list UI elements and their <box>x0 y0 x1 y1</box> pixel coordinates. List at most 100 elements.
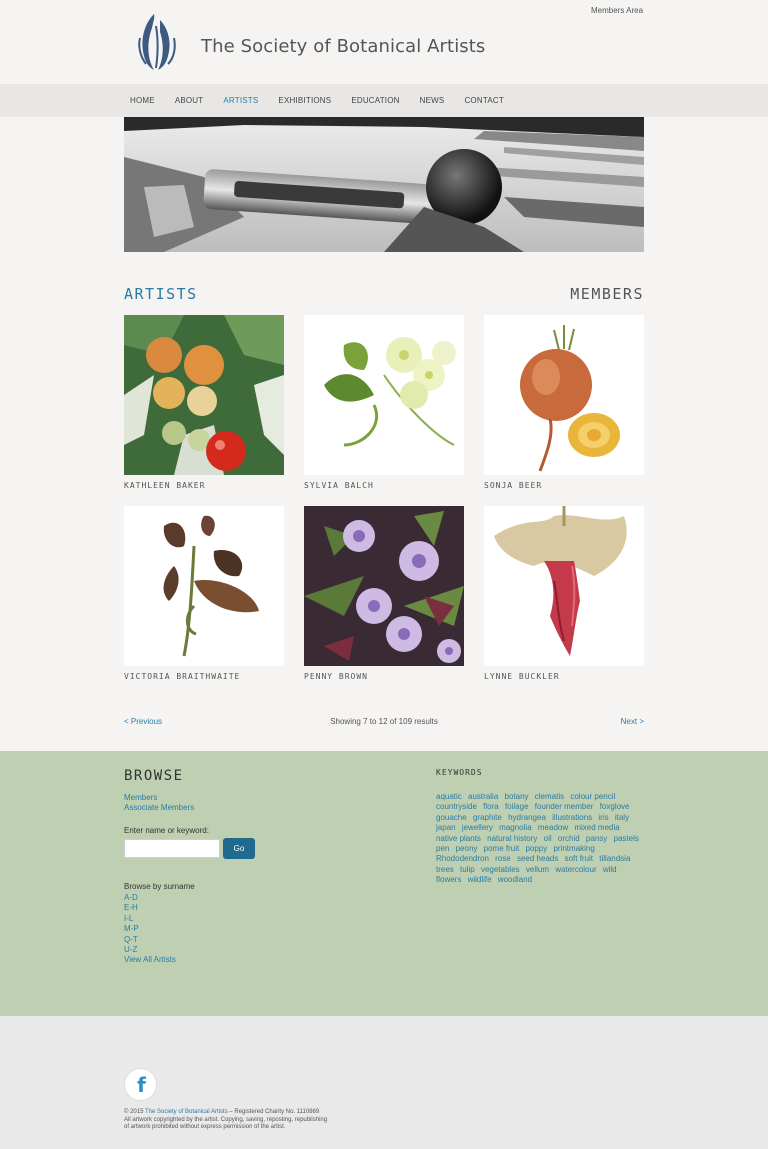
artist-name[interactable]: SONJA BEER <box>484 481 644 490</box>
keyword-link[interactable]: italy <box>615 813 629 822</box>
keyword-link[interactable]: Rhododendron <box>436 854 489 863</box>
keyword-link[interactable]: pen <box>436 844 449 853</box>
surname-link-q-t[interactable]: Q-T <box>124 935 176 945</box>
associate-members-link[interactable]: Associate Members <box>124 803 194 813</box>
artist-name[interactable]: KATHLEEN BAKER <box>124 481 284 490</box>
keyword-link[interactable]: founder member <box>535 802 594 811</box>
section-headings: ARTISTS MEMBERS <box>124 285 644 305</box>
keyword-link[interactable]: pastels <box>614 834 639 843</box>
artist-card[interactable]: KATHLEEN BAKER <box>124 315 284 490</box>
artist-name[interactable]: PENNY BROWN <box>304 672 464 681</box>
keyword-link[interactable]: mixed media <box>574 823 619 832</box>
keyword-search-input[interactable] <box>124 839 220 858</box>
charity-number: – Registered Charity No. 1110869 <box>227 1109 320 1115</box>
nav-item-home[interactable]: HOME <box>130 96 155 105</box>
keyword-link[interactable]: jewellery <box>462 823 493 832</box>
keyword-link[interactable]: foilage <box>505 802 529 811</box>
keyword-link[interactable]: foxglove <box>600 802 630 811</box>
view-all-artists-link[interactable]: View All Artists <box>124 955 176 965</box>
society-logo[interactable] <box>134 10 180 72</box>
artist-card[interactable]: SONJA BEER <box>484 315 644 490</box>
keyword-link[interactable]: flowers <box>436 875 461 884</box>
keyword-link[interactable]: vellum <box>526 865 549 874</box>
keyword-link[interactable]: colour pencil <box>570 792 615 801</box>
artwork-thumbnail[interactable] <box>124 506 284 666</box>
next-page-link[interactable]: Next > <box>621 717 644 726</box>
members-area-link[interactable]: Members Area <box>591 6 643 15</box>
keyword-link[interactable]: hydrangea <box>508 813 546 822</box>
nav-item-exhibitions[interactable]: EXHIBITIONS <box>278 96 331 105</box>
keyword-link[interactable]: pome fruit <box>484 844 520 853</box>
keyword-link[interactable]: watercolour <box>555 865 596 874</box>
surname-link-e-h[interactable]: E-H <box>124 903 176 913</box>
keyword-link[interactable]: countryside <box>436 802 477 811</box>
artist-card[interactable]: LYNNE BUCKLER <box>484 506 644 681</box>
keyword-link[interactable]: iris <box>598 813 608 822</box>
pagination: < Previous Showing 7 to 12 of 109 result… <box>124 717 644 729</box>
artist-card[interactable]: SYLVIA BALCH <box>304 315 464 490</box>
keyword-link[interactable]: wildlife <box>468 875 492 884</box>
nav-item-news[interactable]: NEWS <box>420 96 445 105</box>
artist-name[interactable]: SYLVIA BALCH <box>304 481 464 490</box>
keyword-link[interactable]: rose <box>495 854 511 863</box>
keyword-link[interactable]: botany <box>505 792 529 801</box>
keyword-link[interactable]: magnolia <box>499 823 531 832</box>
keyword-link[interactable]: trees <box>436 865 454 874</box>
keyword-link[interactable]: vegetables <box>481 865 520 874</box>
surname-link-a-d[interactable]: A-D <box>124 893 176 903</box>
keyword-link[interactable]: orchid <box>558 834 580 843</box>
keyword-link[interactable]: native plants <box>436 834 481 843</box>
artist-name[interactable]: VICTORIA BRAITHWAITE <box>124 672 284 681</box>
keyword-link[interactable]: tulip <box>460 865 475 874</box>
keyword-link[interactable]: aquatic <box>436 792 462 801</box>
copyright-prefix: © 2015 <box>124 1109 145 1115</box>
artwork-thumbnail[interactable] <box>484 315 644 475</box>
surname-link-m-p[interactable]: M-P <box>124 924 176 934</box>
keyword-link[interactable]: woodland <box>498 875 532 884</box>
artists-heading[interactable]: ARTISTS <box>124 285 198 303</box>
nav-item-artists[interactable]: ARTISTS <box>223 96 258 105</box>
site-header: Members Area The Society of Botanical Ar… <box>0 0 768 84</box>
keyword-link[interactable]: tillandsia <box>599 854 630 863</box>
keyword-label: Enter name or keyword: <box>124 826 209 835</box>
nav-item-contact[interactable]: CONTACT <box>464 96 503 105</box>
members-link[interactable]: Members <box>124 793 194 803</box>
keyword-link[interactable]: pansy <box>586 834 607 843</box>
nav-item-education[interactable]: EDUCATION <box>351 96 399 105</box>
artist-card[interactable]: VICTORIA BRAITHWAITE <box>124 506 284 681</box>
keyword-link[interactable]: graphite <box>473 813 502 822</box>
keywords-title: KEYWORDS <box>436 768 483 777</box>
keyword-link[interactable]: soft fruit <box>565 854 593 863</box>
keyword-link[interactable]: illustrations <box>552 813 592 822</box>
keyword-link[interactable]: australia <box>468 792 498 801</box>
keyword-link[interactable]: clematis <box>535 792 564 801</box>
keyword-link[interactable]: poppy <box>525 844 547 853</box>
keyword-link[interactable]: peony <box>456 844 478 853</box>
member-type-links: Members Associate Members <box>124 793 194 813</box>
keyword-link[interactable]: meadow <box>538 823 568 832</box>
keyword-link[interactable]: natural history <box>487 834 537 843</box>
site-title[interactable]: The Society of Botanical Artists <box>201 36 485 57</box>
keyword-link[interactable]: flora <box>483 802 499 811</box>
go-button[interactable]: Go <box>223 838 255 859</box>
artist-card[interactable]: PENNY BROWN <box>304 506 464 681</box>
surname-links: A-D E-H I-L M-P Q-T U-Z View All Artists <box>124 893 176 966</box>
society-footer-link[interactable]: The Society of Botanical Artists <box>145 1109 228 1115</box>
keyword-link[interactable]: seed heads <box>517 854 558 863</box>
artwork-thumbnail[interactable] <box>484 506 644 666</box>
keyword-link[interactable]: wild <box>603 865 617 874</box>
facebook-button[interactable]: f <box>124 1068 157 1101</box>
keyword-link[interactable]: oil <box>544 834 552 843</box>
artwork-thumbnail[interactable] <box>304 506 464 666</box>
artwork-thumbnail[interactable] <box>124 315 284 475</box>
surname-link-i-l[interactable]: I-L <box>124 914 176 924</box>
nav-item-about[interactable]: ABOUT <box>175 96 204 105</box>
artwork-thumbnail[interactable] <box>304 315 464 475</box>
members-heading[interactable]: MEMBERS <box>570 285 644 303</box>
keyword-link[interactable]: printmaking <box>553 844 594 853</box>
surname-link-u-z[interactable]: U-Z <box>124 945 176 955</box>
keyword-link[interactable]: gouache <box>436 813 467 822</box>
site-footer: f © 2015 The Society of Botanical Artist… <box>0 1016 768 1149</box>
keyword-link[interactable]: japan <box>436 823 456 832</box>
artist-name[interactable]: LYNNE BUCKLER <box>484 672 644 681</box>
